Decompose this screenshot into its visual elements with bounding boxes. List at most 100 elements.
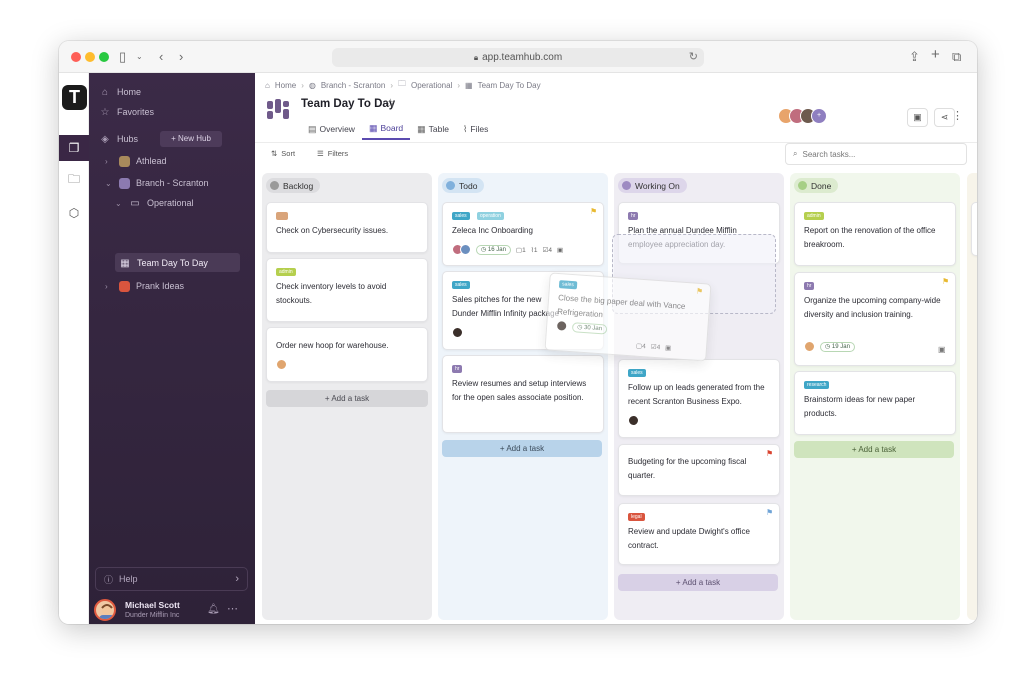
breadcrumb-board[interactable]: Team Day To Day: [478, 81, 541, 90]
sidebar-item-home[interactable]: ⌂ Home: [99, 84, 141, 100]
add-task-button[interactable]: + Add a task: [618, 574, 778, 591]
task-title: Sales pitches for the new Dunder Mifflin…: [452, 295, 560, 318]
view-tabs: ▤ Overview ▦ Board ▦ Table ⌇ Files: [301, 118, 495, 140]
sort-button[interactable]: ⇅ Sort: [271, 149, 295, 158]
due-date-badge[interactable]: ◷ 19 Jan: [820, 341, 855, 352]
add-task-button[interactable]: + Add a task: [266, 390, 428, 407]
tab-files[interactable]: ⌇ Files: [456, 118, 495, 140]
avatar: [555, 320, 568, 332]
task-title: Order new hoop for warehouse.: [276, 341, 389, 350]
tab-label: Files: [470, 124, 489, 134]
more-icon[interactable]: ⋯: [227, 602, 238, 615]
bell-icon[interactable]: 🔔︎: [207, 604, 220, 615]
sidebar-toggle-icon[interactable]: ▯: [119, 48, 126, 66]
column-done: Done admin Report on the renovation of t…: [790, 173, 960, 620]
note-icon: ▣: [664, 344, 672, 353]
chevron-down-icon[interactable]: ⌄: [136, 48, 143, 66]
sidebar-item-favorites[interactable]: ☆ Favorites: [99, 104, 155, 120]
flag-icon: ⚑: [590, 207, 598, 216]
task-card[interactable]: admin Check inventory levels to avoid st…: [266, 258, 428, 322]
task-card[interactable]: sales operation ⚑ Zeleca Inc Onboarding …: [442, 202, 604, 266]
member-avatars[interactable]: +: [778, 108, 827, 124]
search-input[interactable]: ⌕ Search tasks...: [785, 143, 967, 165]
avatar: [628, 415, 639, 426]
task-title: Check inventory levels to avoid stockout…: [276, 282, 387, 305]
help-icon: ⓘ: [104, 574, 114, 585]
tag-badge: legal: [628, 513, 645, 521]
tab-label: Overview: [319, 124, 355, 134]
sidebar-folder-operational[interactable]: ⌄ ▭ Operational: [115, 195, 194, 211]
filters-button[interactable]: ☰ Filters: [317, 149, 348, 158]
task-card[interactable]: legal ⚑ Review and update Dwight's offic…: [618, 503, 780, 565]
main-content: ⌂ Home › ◍ Branch - Scranton › 🗀︎ Operat…: [255, 73, 977, 624]
sidebar-item-hubs[interactable]: ◈ Hubs: [99, 131, 138, 147]
due-date-badge: ◷ 30 Jan: [571, 321, 608, 335]
add-task-button[interactable]: + Add a task: [442, 440, 602, 457]
task-title: Zeleca Inc Onboarding: [452, 226, 533, 235]
task-card[interactable]: Order new hoop for warehouse.: [266, 327, 428, 382]
minimize-window-button[interactable]: [85, 52, 95, 62]
task-card[interactable]: Check on Cybersecurity issues.: [266, 202, 428, 253]
sidebar-item-team-day-to-day[interactable]: ▦ Team Day To Day: [119, 255, 208, 271]
task-card[interactable]: hr ⚑ Organize the upcoming company-wide …: [794, 272, 956, 366]
breadcrumb-home[interactable]: Home: [275, 81, 296, 90]
tab-label: Board: [380, 123, 404, 133]
favorite-star-icon[interactable]: ☆: [385, 96, 396, 110]
new-hub-button[interactable]: + New Hub: [160, 131, 222, 147]
task-card[interactable]: research Brainstorm ideas for new paper …: [794, 371, 956, 435]
column-header[interactable]: Todo: [442, 178, 485, 193]
back-icon[interactable]: ‹: [159, 48, 163, 66]
column-header[interactable]: Working On: [618, 178, 687, 193]
zoom-window-button[interactable]: [99, 52, 109, 62]
task-card[interactable]: ⚑ Budgeting for the upcoming fiscal quar…: [618, 444, 780, 496]
breadcrumb-folder[interactable]: Operational: [411, 81, 452, 90]
breadcrumb: ⌂ Home › ◍ Branch - Scranton › 🗀︎ Operat…: [265, 78, 541, 92]
status-dot: [798, 181, 807, 190]
task-card[interactable]: hr Review resumes and setup interviews f…: [442, 355, 604, 433]
kanban-board: Backlog Check on Cybersecurity issues. a…: [255, 170, 977, 624]
help-button[interactable]: ⓘ Help ›: [95, 567, 248, 591]
column-title: Todo: [459, 180, 478, 191]
add-task-button[interactable]: + Add a task: [794, 441, 954, 458]
user-profile[interactable]: Michael Scott Dunder Mifflin Inc 🔔︎ ⋯: [89, 596, 255, 624]
breadcrumb-hub[interactable]: Branch - Scranton: [321, 81, 385, 90]
sidebar-hub-athlead[interactable]: › Athlead: [105, 153, 167, 169]
tab-table[interactable]: ▦ Table: [410, 118, 456, 140]
forward-icon[interactable]: ›: [179, 48, 183, 66]
task-card[interactable]: sales Follow up on leads generated from …: [618, 359, 780, 438]
folder-user-icon[interactable]: 🗀: [66, 171, 82, 187]
tabs-overview-icon[interactable]: ⧉: [952, 48, 961, 66]
close-window-button[interactable]: [71, 52, 81, 62]
hub-icon: [119, 177, 130, 189]
tag-badge: hr: [628, 212, 639, 220]
tag-badge: hr: [452, 365, 463, 373]
column-header[interactable]: Backlog: [266, 178, 321, 193]
reload-icon[interactable]: ↻: [689, 50, 698, 63]
save-icon[interactable]: ▣: [907, 108, 928, 127]
tab-board[interactable]: ▦ Board: [361, 118, 411, 140]
tag-badge: sales: [628, 369, 646, 377]
more-vertical-icon[interactable]: ⋮: [952, 109, 963, 122]
task-card[interactable]: admin Report on the renovation of the of…: [794, 202, 956, 266]
app-rail: T ❐ 🗀 ⬡: [59, 73, 89, 624]
share-icon[interactable]: ⇪: [909, 48, 920, 66]
sidebar-hub-prank-ideas[interactable]: › Prank Ideas: [105, 278, 184, 294]
app-logo[interactable]: T: [62, 85, 87, 110]
hubs-rail-icon[interactable]: ❐: [59, 135, 89, 161]
folder-open-icon: ▭: [130, 197, 140, 209]
task-meta: ◷ 16 Jan ▢1 ⌇1 ☑4 ▣: [452, 244, 563, 255]
hub-icon: [119, 155, 130, 167]
dragging-task-card[interactable]: sales ⚑ Close the big paper deal with Va…: [544, 272, 712, 362]
due-date-badge[interactable]: ◷ 16 Jan: [476, 244, 511, 255]
tab-overview[interactable]: ▤ Overview: [301, 118, 362, 140]
sidebar: ⌂ Home ☆ Favorites ◈ Hubs + New Hub › At…: [89, 73, 255, 624]
task-title: Brainstorm ideas for new paper products.: [804, 395, 916, 418]
user-name: Michael Scott: [125, 600, 180, 610]
address-bar[interactable]: 🔒︎ app.teamhub.com ↻: [332, 48, 704, 67]
column-header[interactable]: Done: [794, 178, 839, 193]
settings-hex-icon[interactable]: ⬡: [66, 205, 82, 221]
new-tab-icon[interactable]: +: [931, 46, 940, 64]
sidebar-hub-branch-scranton[interactable]: ⌄ Branch - Scranton: [105, 175, 209, 191]
task-card[interactable]: [971, 202, 977, 256]
hub-icon: [119, 280, 130, 292]
